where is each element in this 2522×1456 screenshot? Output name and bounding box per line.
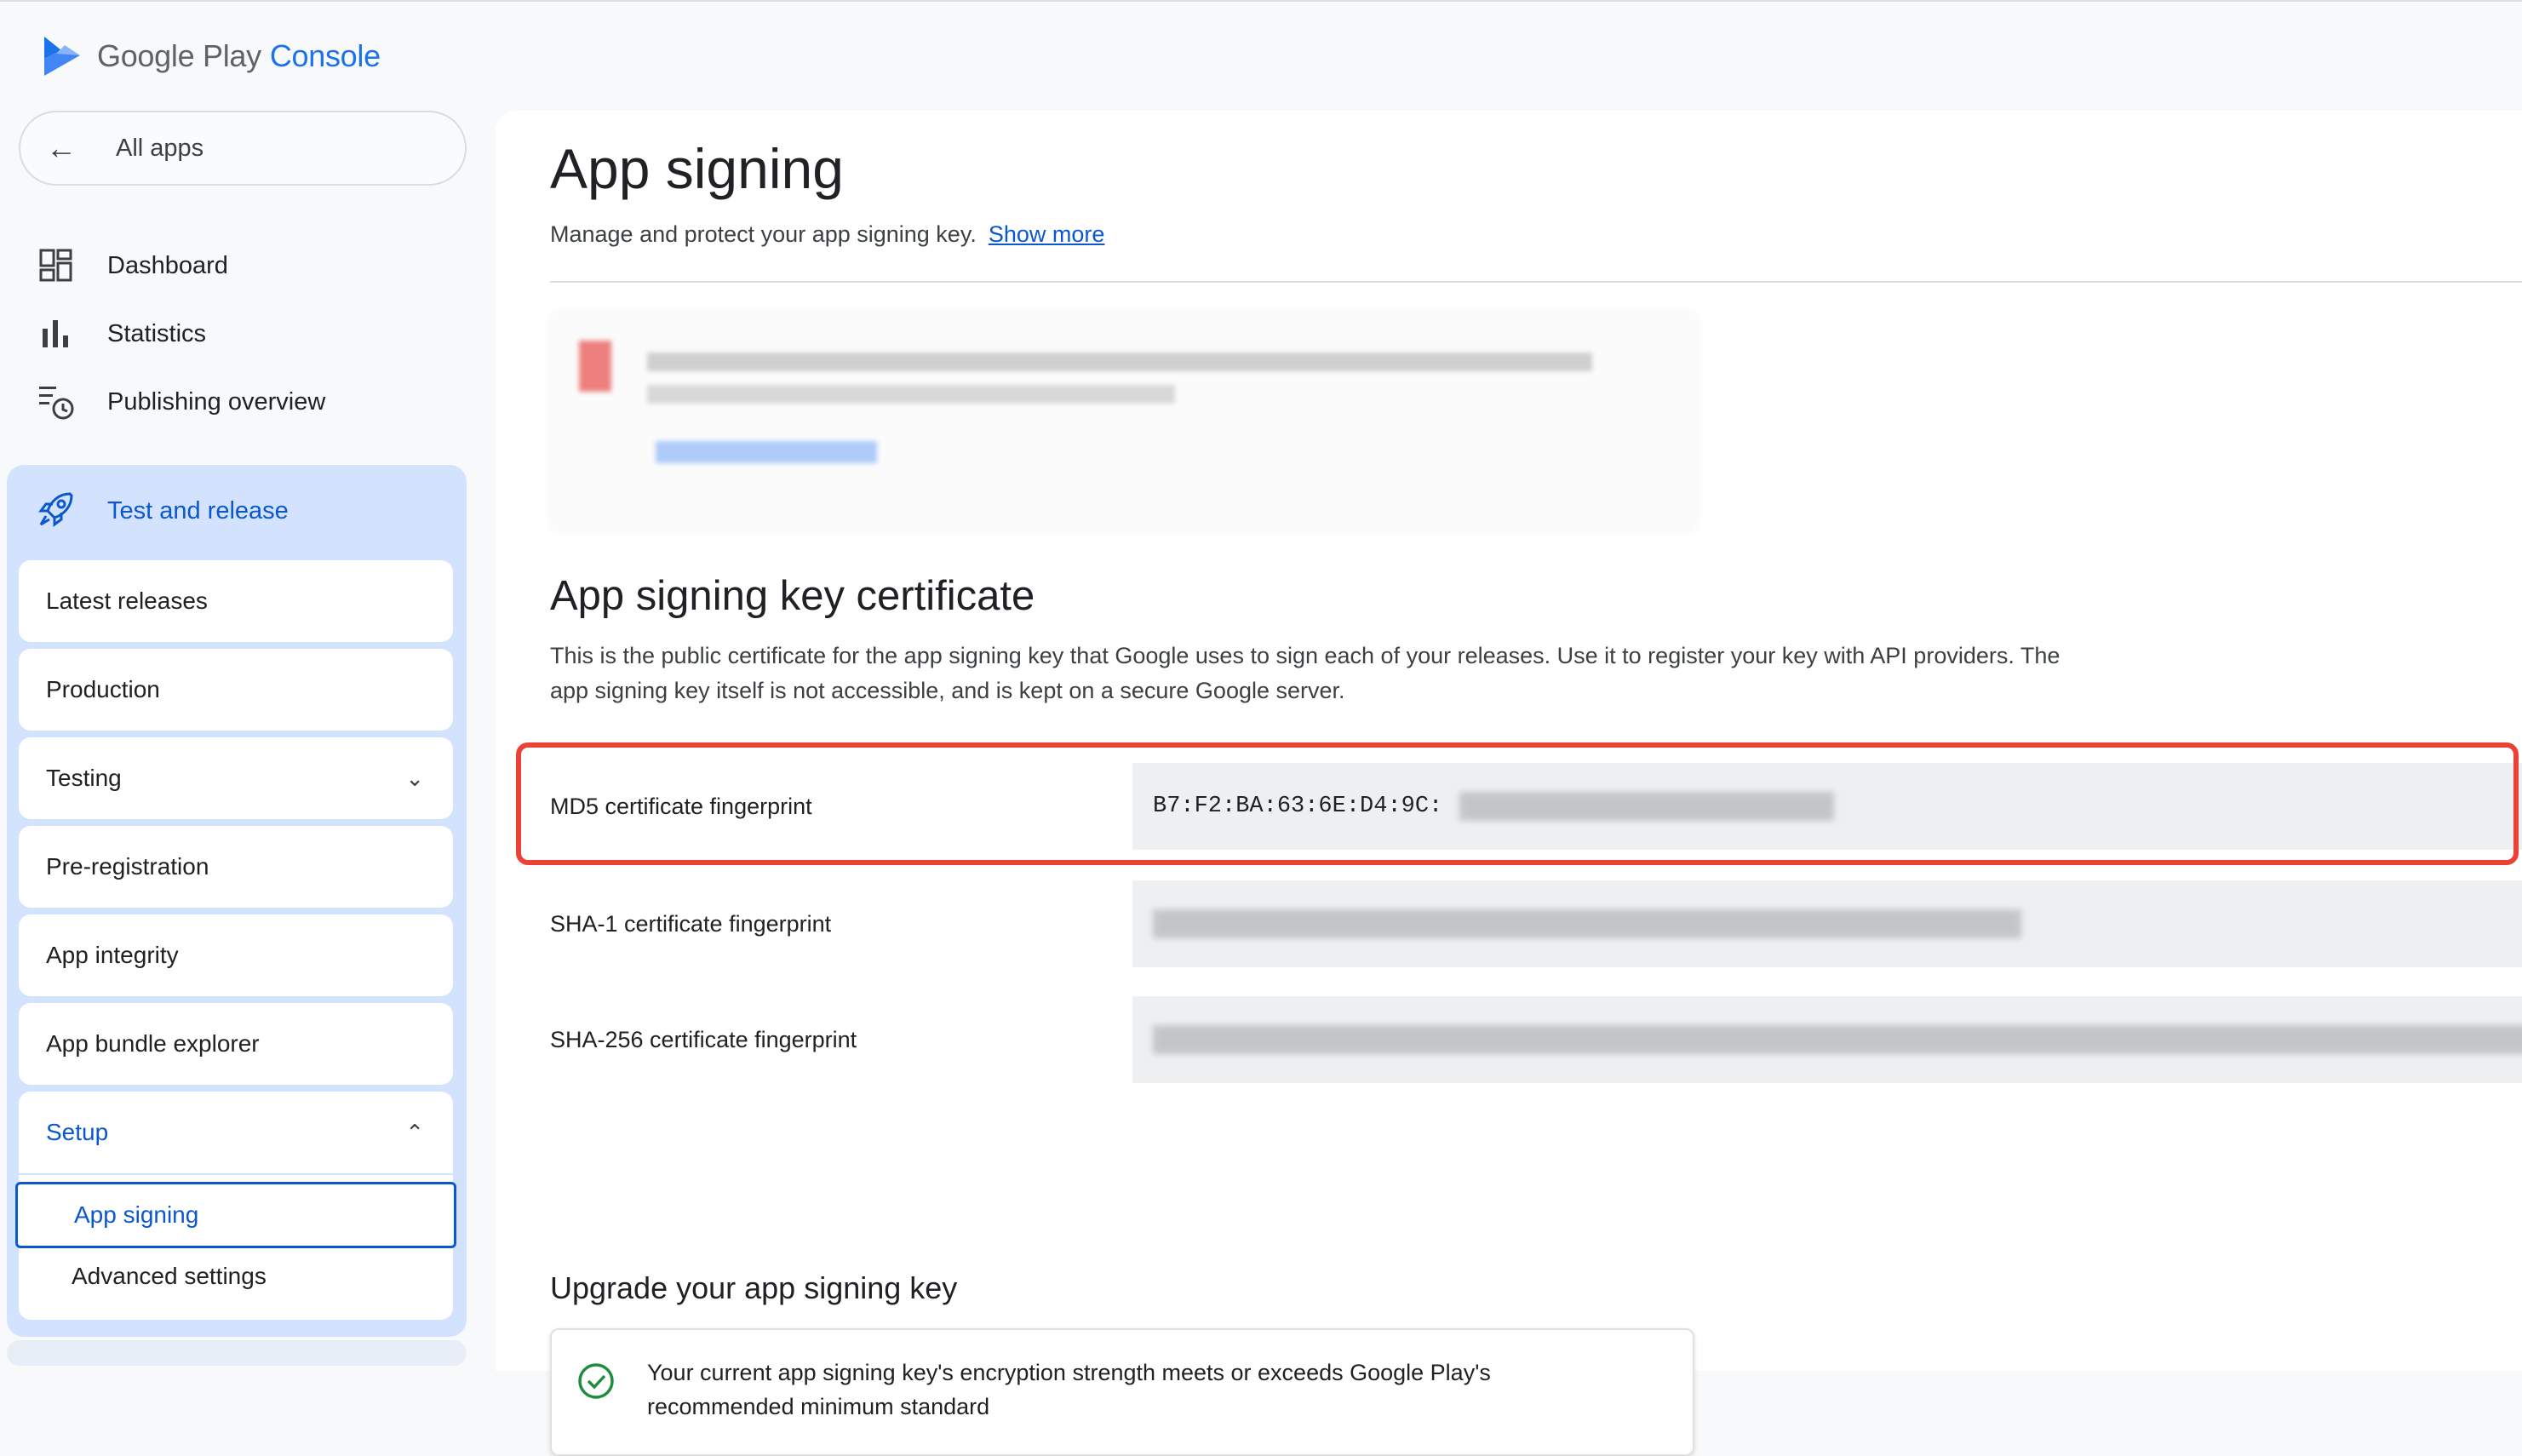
sidebar-item-label: Production bbox=[46, 676, 160, 702]
section-title: App signing key certificate bbox=[550, 573, 1035, 619]
redacted-text bbox=[647, 385, 1175, 404]
page-description-text: Manage and protect your app signing key. bbox=[550, 221, 977, 247]
sidebar-item-app-integrity[interactable]: App integrity bbox=[19, 914, 453, 996]
fingerprint-label: SHA-1 certificate fingerprint bbox=[550, 910, 832, 937]
section-description: This is the public certificate for the a… bbox=[550, 643, 2061, 703]
all-apps-button[interactable]: ← All apps bbox=[19, 111, 467, 186]
play-console-icon bbox=[44, 37, 80, 76]
sidebar-item-label: App signing bbox=[74, 1201, 199, 1228]
redacted-text bbox=[647, 353, 1592, 371]
sidebar-next-group bbox=[7, 1340, 467, 1366]
chevron-up-icon: ⌃ bbox=[405, 1119, 424, 1145]
chevron-down-icon: ⌄ bbox=[405, 765, 424, 791]
sidebar-item-label: Dashboard bbox=[107, 251, 228, 279]
sidebar-item-publishing-overview[interactable]: Publishing overview bbox=[37, 376, 325, 427]
redacted-value bbox=[1153, 909, 2021, 938]
sidebar-item-label: App bundle explorer bbox=[46, 1030, 260, 1057]
sha256-fingerprint-value[interactable] bbox=[1132, 996, 2522, 1083]
sidebar-item-app-signing[interactable]: App signing bbox=[15, 1182, 456, 1248]
redacted-notice-card bbox=[553, 315, 1694, 528]
upgrade-status-card: Your current app signing key's encryptio… bbox=[550, 1328, 1694, 1456]
sidebar-item-label: Advanced settings bbox=[72, 1263, 267, 1289]
bar-chart-icon bbox=[37, 315, 75, 353]
sha1-fingerprint-row: SHA-1 certificate fingerprint bbox=[550, 880, 2522, 967]
redacted-value bbox=[1153, 1025, 2522, 1054]
upgrade-status-text: Your current app signing key's encryptio… bbox=[647, 1360, 1491, 1419]
sidebar-item-label: Pre-registration bbox=[46, 853, 209, 880]
redacted-link bbox=[656, 441, 877, 463]
sidebar-item-production[interactable]: Production bbox=[19, 649, 453, 731]
all-apps-label: All apps bbox=[116, 134, 204, 162]
sidebar-item-setup[interactable]: Setup ⌃ bbox=[19, 1092, 453, 1173]
dashboard-icon bbox=[37, 247, 75, 284]
sidebar-item-label: Publishing overview bbox=[107, 387, 326, 416]
check-circle-icon bbox=[578, 1363, 614, 1399]
group-label: Test and release bbox=[107, 496, 289, 525]
main-content: App signing Manage and protect your app … bbox=[496, 111, 2522, 1456]
fingerprint-label: SHA-256 certificate fingerprint bbox=[550, 1026, 857, 1052]
sidebar-item-testing[interactable]: Testing ⌄ bbox=[19, 737, 453, 819]
divider bbox=[550, 281, 2522, 283]
brand-name: Google Play Console bbox=[97, 38, 381, 73]
sidebar-item-label: Latest releases bbox=[46, 588, 208, 614]
sidebar: Google Play Console ← All apps Dashboard … bbox=[0, 0, 477, 1366]
sidebar-item-dashboard[interactable]: Dashboard bbox=[37, 240, 228, 291]
sha256-fingerprint-row: SHA-256 certificate fingerprint bbox=[550, 996, 2522, 1083]
sha1-fingerprint-value[interactable] bbox=[1132, 880, 2522, 967]
page-title: App signing bbox=[550, 137, 844, 200]
sidebar-item-label: Setup bbox=[46, 1119, 109, 1145]
sidebar-item-label: Statistics bbox=[107, 319, 207, 347]
upgrade-section-title: Upgrade your app signing key bbox=[550, 1270, 958, 1305]
sidebar-item-app-bundle-explorer[interactable]: App bundle explorer bbox=[19, 1003, 453, 1085]
sidebar-item-label: Testing bbox=[46, 765, 122, 791]
sidebar-item-test-and-release[interactable]: Test and release bbox=[37, 485, 289, 536]
google-play-console-logo[interactable]: Google Play Console bbox=[39, 32, 381, 80]
rocket-icon bbox=[37, 490, 75, 532]
sidebar-item-advanced-settings[interactable]: Advanced settings bbox=[15, 1243, 456, 1310]
sidebar-item-latest-releases[interactable]: Latest releases bbox=[19, 560, 453, 642]
page-description: Manage and protect your app signing key.… bbox=[550, 221, 1104, 248]
sidebar-item-label: App integrity bbox=[46, 942, 179, 968]
publishing-overview-icon bbox=[37, 383, 75, 421]
sidebar-item-pre-registration[interactable]: Pre-registration bbox=[19, 826, 453, 908]
back-arrow-icon: ← bbox=[46, 130, 77, 165]
sidebar-item-statistics[interactable]: Statistics bbox=[37, 308, 206, 359]
show-more-link[interactable]: Show more bbox=[989, 221, 1105, 247]
md5-highlight-annotation bbox=[516, 742, 2519, 865]
redacted-icon bbox=[579, 341, 611, 392]
